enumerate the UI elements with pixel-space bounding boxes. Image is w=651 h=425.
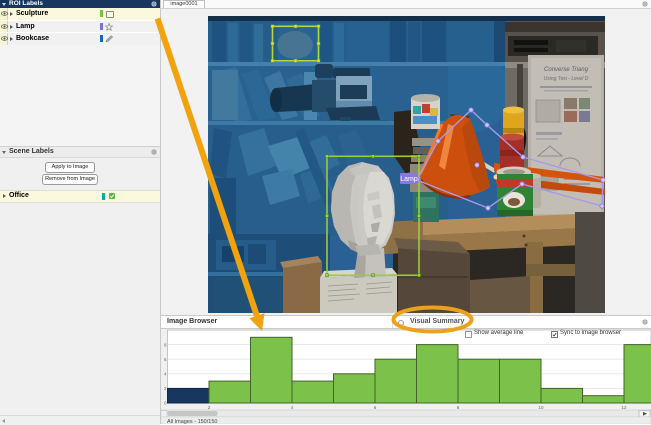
svg-text:8: 8 bbox=[164, 343, 167, 348]
svg-text:2: 2 bbox=[208, 405, 211, 410]
svg-text:6: 6 bbox=[164, 357, 167, 362]
svg-text:All Images - 150/150: All Images - 150/150 bbox=[167, 419, 217, 424]
svg-text:4: 4 bbox=[291, 405, 294, 410]
svg-text:6: 6 bbox=[374, 405, 377, 410]
svg-text:0: 0 bbox=[164, 401, 167, 406]
svg-text:Using Two - Level D: Using Two - Level D bbox=[544, 76, 589, 82]
svg-text:Converse Triang: Converse Triang bbox=[544, 67, 589, 73]
svg-text:Lamp: Lamp bbox=[400, 176, 418, 183]
svg-text:4: 4 bbox=[164, 372, 167, 377]
svg-text:10: 10 bbox=[538, 405, 544, 410]
svg-text:2: 2 bbox=[164, 386, 167, 391]
svg-text:12: 12 bbox=[621, 405, 627, 410]
svg-text:8: 8 bbox=[457, 405, 460, 410]
